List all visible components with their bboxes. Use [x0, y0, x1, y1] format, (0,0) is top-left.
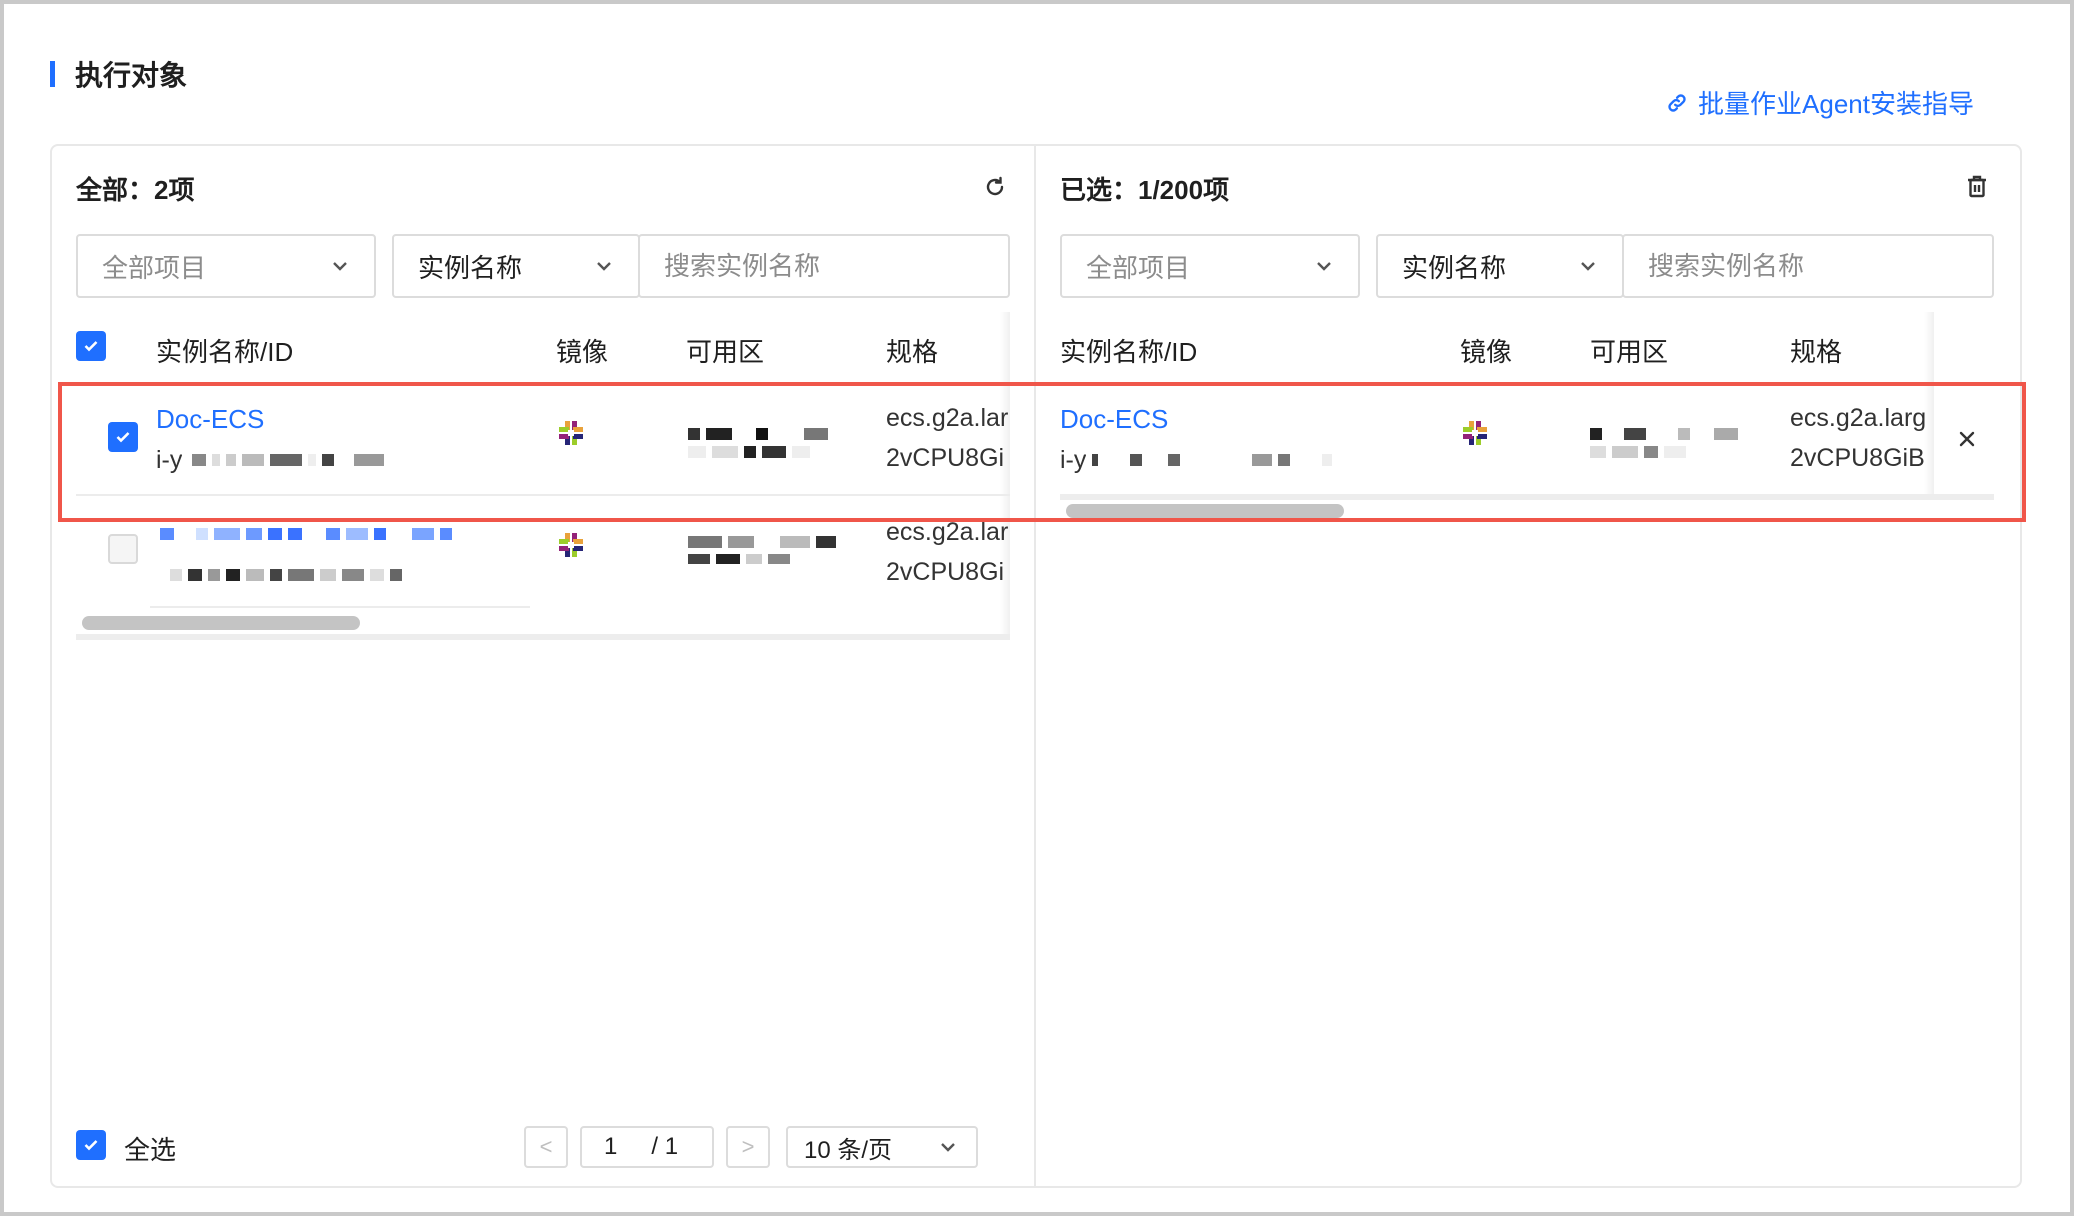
right-row1-name-link[interactable]: Doc-ECS [1060, 404, 1168, 435]
right-field-select-value: 实例名称 [1402, 252, 1507, 283]
left-row-divider [76, 494, 1010, 496]
title-accent-bar [50, 61, 55, 87]
chevron-down-icon [941, 1143, 955, 1152]
chevron-down-icon [1581, 262, 1595, 271]
left-horizontal-scrollbar[interactable] [82, 616, 360, 630]
right-row1-id: i-y [1060, 446, 1087, 474]
centos-icon [559, 421, 583, 445]
refresh-icon [986, 176, 1004, 196]
check-icon [84, 341, 98, 352]
close-icon [1959, 431, 1975, 447]
panel-divider [1034, 144, 1036, 1188]
left-row1-spec-size: 2vCPU8Gi [886, 444, 1005, 472]
right-col-image: 镜像 [1460, 337, 1513, 367]
agent-install-guide-link[interactable]: 批量作业Agent安装指导 [1666, 84, 1974, 121]
trash-icon [1968, 175, 1986, 198]
left-row2-name-redacted[interactable] [160, 524, 530, 544]
link-icon [1668, 93, 1686, 112]
section-title: 执行对象 [75, 60, 188, 91]
right-col-zone: 可用区 [1590, 337, 1669, 367]
right-row1-spec-type: ecs.g2a.larg [1790, 404, 1927, 432]
select-all-checkbox[interactable] [76, 1130, 106, 1160]
refresh-button[interactable] [980, 172, 1010, 202]
left-field-select-value: 实例名称 [418, 252, 523, 283]
left-row1-name-link[interactable]: Doc-ECS [156, 404, 264, 435]
right-row1-spec-size: 2vCPU8GiB [1790, 444, 1925, 472]
left-header-checkbox[interactable] [76, 331, 106, 361]
check-icon [116, 432, 130, 443]
left-col-spec: 规格 [886, 337, 939, 367]
left-row1-id: i-y [156, 446, 183, 474]
left-search-field[interactable] [638, 234, 1010, 298]
right-count-label: 已选：1/200项 [1060, 175, 1230, 205]
left-row2-checkbox[interactable] [108, 534, 138, 564]
left-col-name: 实例名称/ID [156, 337, 294, 367]
left-row1-spec-type: ecs.g2a.lar [886, 404, 1009, 432]
transfer-panel [50, 144, 2022, 1188]
right-search-input[interactable] [1648, 250, 1968, 282]
page-size-select[interactable]: 10 条/页 [786, 1126, 978, 1168]
page-size-value: 10 条/页 [804, 1136, 893, 1164]
right-project-select[interactable]: 全部项目 [1060, 234, 1360, 298]
centos-icon [1463, 421, 1487, 445]
right-col-name: 实例名称/ID [1060, 337, 1198, 367]
check-icon [84, 1140, 98, 1151]
left-search-input[interactable] [664, 250, 984, 282]
left-col-image: 镜像 [556, 337, 609, 367]
clear-selection-button[interactable] [1962, 172, 1992, 202]
right-horizontal-scrollbar[interactable] [1066, 504, 1344, 518]
right-col-spec: 规格 [1790, 337, 1843, 367]
left-field-select[interactable]: 实例名称 [392, 234, 640, 298]
left-row1-checkbox[interactable] [108, 422, 138, 452]
left-row1-id-redacted [192, 452, 442, 468]
section-header: 执行对象 [50, 56, 187, 92]
select-all-label: 全选 [124, 1135, 177, 1165]
left-row2-zone-redacted [688, 536, 848, 564]
left-project-select-value: 全部项目 [102, 252, 207, 283]
chevron-down-icon [1317, 262, 1331, 271]
left-row-divider [150, 606, 530, 608]
right-search-field[interactable] [1622, 234, 1994, 298]
right-project-select-value: 全部项目 [1086, 252, 1191, 283]
left-row2-spec-type: ecs.g2a.lar [886, 518, 1009, 546]
agent-install-guide-label: 批量作业Agent安装指导 [1698, 89, 1974, 119]
left-row2-id-redacted [170, 562, 460, 588]
left-table-scroll-shadow [1000, 312, 1010, 638]
left-scroll-track [76, 634, 1010, 640]
right-row1-zone-redacted [1590, 428, 1740, 458]
left-project-select[interactable]: 全部项目 [76, 234, 376, 298]
chevron-down-icon [333, 262, 347, 271]
pager-current-page: 1 [604, 1133, 618, 1160]
remove-row1-button[interactable] [1952, 424, 1982, 454]
left-row2-spec-size: 2vCPU8Gi [886, 558, 1005, 586]
pager-total-pages: / 1 [651, 1133, 679, 1160]
chevron-down-icon [597, 262, 611, 271]
right-scroll-track [1060, 494, 1994, 500]
left-count-label: 全部：2项 [76, 175, 195, 205]
pager-next-button[interactable]: > [726, 1126, 770, 1168]
left-col-zone: 可用区 [686, 337, 765, 367]
centos-icon [559, 533, 583, 557]
right-row1-id-redacted [1092, 452, 1342, 468]
right-field-select[interactable]: 实例名称 [1376, 234, 1624, 298]
left-row1-zone-redacted [688, 428, 848, 458]
pager-prev-button[interactable]: < [524, 1126, 568, 1168]
pager-page-input[interactable]: 1 / 1 [580, 1126, 714, 1168]
